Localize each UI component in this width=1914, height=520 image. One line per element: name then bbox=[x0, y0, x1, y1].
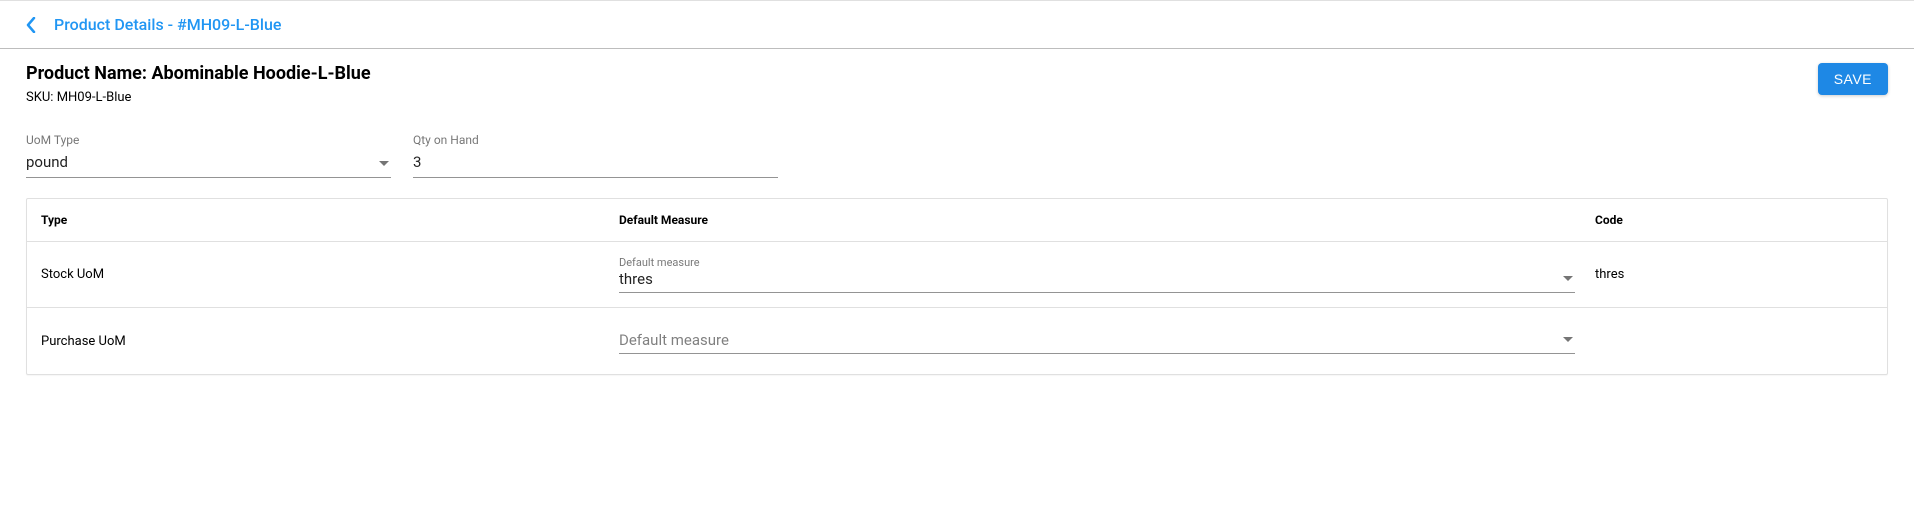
qty-on-hand-label: Qty on Hand bbox=[413, 133, 778, 147]
row-type-label: Stock UoM bbox=[39, 267, 619, 282]
purchase-uom-measure-select[interactable]: Default measure bbox=[619, 329, 1575, 354]
uom-type-field[interactable]: UoM Type pound bbox=[26, 133, 391, 178]
header-code: Code bbox=[1595, 213, 1875, 227]
chevron-down-icon bbox=[379, 161, 389, 166]
row-code: thres bbox=[1595, 267, 1875, 282]
uom-table: Type Default Measure Code Stock UoM Defa… bbox=[26, 198, 1888, 375]
product-name: Product Name: Abominable Hoodie-L-Blue bbox=[26, 63, 371, 84]
measure-floating-label: Default measure bbox=[619, 257, 1575, 268]
measure-value: thres bbox=[619, 270, 1563, 288]
header-measure: Default Measure bbox=[619, 213, 1595, 227]
back-icon[interactable] bbox=[26, 17, 36, 33]
stock-uom-measure-select[interactable]: Default measure thres bbox=[619, 257, 1575, 293]
qty-on-hand-value: 3 bbox=[413, 151, 778, 175]
table-row: Purchase UoM Default measure bbox=[27, 308, 1887, 374]
header-type: Type bbox=[39, 213, 619, 227]
uom-type-value: pound bbox=[26, 151, 379, 175]
table-row: Stock UoM Default measure thres thres bbox=[27, 242, 1887, 308]
table-header: Type Default Measure Code bbox=[27, 199, 1887, 242]
chevron-down-icon bbox=[1563, 337, 1573, 342]
save-button[interactable]: SAVE bbox=[1818, 63, 1888, 95]
chevron-down-icon bbox=[1563, 276, 1573, 281]
page-title[interactable]: Product Details - #MH09-L-Blue bbox=[54, 15, 281, 34]
row-type-label: Purchase UoM bbox=[39, 334, 619, 349]
qty-on-hand-field[interactable]: Qty on Hand 3 bbox=[413, 133, 778, 178]
header-bar: Product Details - #MH09-L-Blue bbox=[0, 1, 1914, 49]
measure-placeholder: Default measure bbox=[619, 331, 1563, 349]
product-sku: SKU: MH09-L-Blue bbox=[26, 90, 371, 105]
uom-type-label: UoM Type bbox=[26, 133, 391, 147]
